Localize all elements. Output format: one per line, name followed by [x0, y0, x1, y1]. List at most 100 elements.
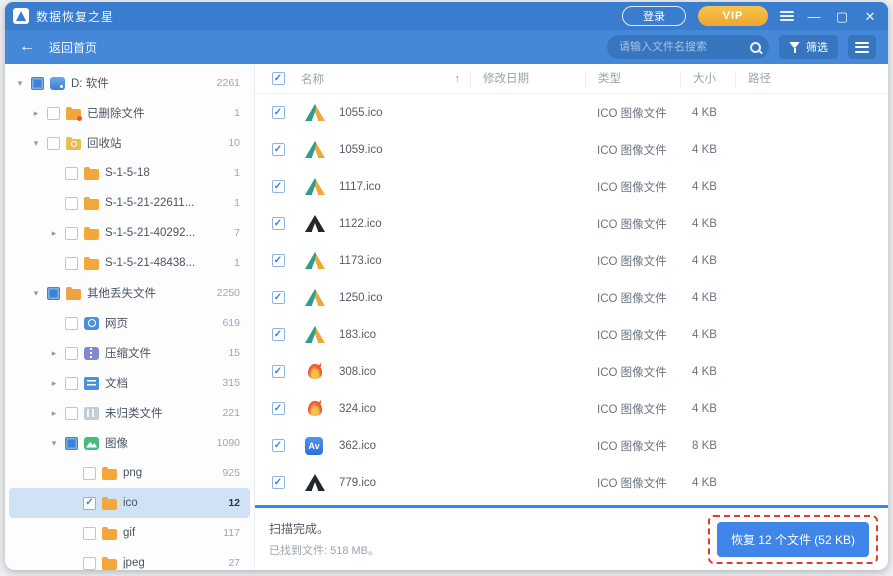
back-button[interactable]: ← — [19, 38, 35, 56]
sidebar-item[interactable]: 其他丢失文件 2250 — [9, 278, 250, 308]
tree-checkbox[interactable] — [83, 466, 96, 480]
back-home-label[interactable]: 返回首页 — [49, 39, 97, 56]
sort-ascending-icon[interactable]: ↑ — [455, 73, 461, 85]
tree-checkbox[interactable] — [83, 526, 96, 540]
table-row[interactable]: 1173.ico ICO 图像文件 4 KB — [255, 242, 888, 279]
expand-arrow-icon[interactable] — [49, 408, 59, 419]
sidebar-item[interactable]: jpeg 27 — [9, 548, 250, 570]
row-checkbox[interactable] — [271, 365, 285, 378]
tree-checkbox[interactable] — [65, 166, 78, 180]
tree-node-icon — [102, 466, 117, 480]
file-type-icon — [305, 215, 325, 232]
file-type-icon — [305, 474, 325, 491]
vip-button[interactable]: VIP — [698, 6, 768, 26]
row-checkbox[interactable] — [271, 402, 285, 415]
row-checkbox[interactable] — [271, 291, 285, 304]
expand-arrow-icon[interactable] — [49, 228, 59, 239]
sidebar-item[interactable]: 回收站 10 — [9, 128, 250, 158]
column-size[interactable]: 大小 — [680, 70, 735, 87]
tree-checkbox[interactable] — [65, 436, 78, 450]
expand-arrow-icon[interactable] — [49, 378, 59, 389]
file-size: 4 KB — [692, 106, 717, 119]
row-checkbox[interactable] — [271, 476, 285, 489]
expand-arrow-icon[interactable] — [31, 138, 41, 149]
column-path[interactable]: 路径 — [735, 70, 888, 87]
sidebar-item[interactable]: 文档 315 — [9, 368, 250, 398]
tree-checkbox[interactable] — [47, 136, 60, 150]
table-row[interactable]: 1250.ico ICO 图像文件 4 KB — [255, 279, 888, 316]
tree-node-icon — [102, 526, 117, 540]
expand-arrow-icon[interactable] — [31, 108, 41, 119]
tree-checkbox[interactable] — [83, 496, 96, 510]
table-row[interactable]: 183.ico ICO 图像文件 4 KB — [255, 316, 888, 353]
expand-arrow-icon[interactable] — [15, 78, 25, 89]
sidebar-item[interactable]: gif 117 — [9, 518, 250, 548]
search-icon[interactable] — [750, 41, 761, 53]
tree-node-label: 其他丢失文件 — [87, 288, 156, 300]
tree-node-label: S-1-5-18 — [105, 167, 150, 179]
row-checkbox-cell — [255, 254, 301, 267]
view-menu-button[interactable] — [848, 35, 876, 59]
table-row[interactable]: 1059.ico ICO 图像文件 4 KB — [255, 131, 888, 168]
sidebar-item[interactable]: S-1-5-18 1 — [9, 158, 250, 188]
row-checkbox[interactable] — [271, 328, 285, 341]
filter-button[interactable]: 筛选 — [779, 35, 838, 59]
select-all-checkbox[interactable] — [271, 72, 285, 85]
tree-node-label: S-1-5-21-48438... — [105, 257, 196, 269]
tree-checkbox[interactable] — [65, 316, 78, 330]
table-row[interactable]: 779.ico ICO 图像文件 4 KB — [255, 464, 888, 501]
table-row[interactable]: 324.ico ICO 图像文件 4 KB — [255, 390, 888, 427]
tree-checkbox[interactable] — [65, 256, 78, 270]
sidebar-item[interactable]: 未归类文件 221 — [9, 398, 250, 428]
app-menu-icon[interactable] — [780, 11, 794, 21]
search-input[interactable] — [619, 41, 750, 53]
expand-arrow-icon[interactable] — [31, 288, 41, 299]
table-row[interactable]: 1122.ico ICO 图像文件 4 KB — [255, 205, 888, 242]
sidebar-item[interactable]: D: 软件 2261 — [9, 68, 250, 98]
tree-checkbox[interactable] — [65, 376, 78, 390]
tree-checkbox[interactable] — [47, 106, 60, 120]
table-row[interactable]: 1055.ico ICO 图像文件 4 KB — [255, 94, 888, 131]
tree-checkbox[interactable] — [65, 196, 78, 210]
row-checkbox-cell — [255, 439, 301, 452]
expand-arrow-icon[interactable] — [49, 438, 59, 449]
maximize-button[interactable]: ▢ — [834, 10, 850, 23]
recover-files-button[interactable]: 恢复 12 个文件 (52 KB) — [716, 521, 869, 557]
row-checkbox[interactable] — [271, 106, 285, 119]
tree-checkbox[interactable] — [65, 346, 78, 360]
row-checkbox[interactable] — [271, 180, 285, 193]
table-row[interactable]: 1117.ico ICO 图像文件 4 KB — [255, 168, 888, 205]
sidebar-item[interactable]: S-1-5-21-22611... 1 — [9, 188, 250, 218]
sidebar-item[interactable]: 压缩文件 15 — [9, 338, 250, 368]
sidebar-item[interactable]: ico 12 — [9, 488, 250, 518]
header-checkbox-cell — [255, 72, 301, 85]
tree-node-label: jpeg — [123, 557, 145, 569]
row-checkbox[interactable] — [271, 254, 285, 267]
sidebar-item[interactable]: 网页 619 — [9, 308, 250, 338]
sidebar-item[interactable]: S-1-5-21-48438... 1 — [9, 248, 250, 278]
close-button[interactable]: ✕ — [862, 10, 878, 23]
row-checkbox[interactable] — [271, 217, 285, 230]
tree-checkbox[interactable] — [65, 226, 78, 240]
sidebar-item[interactable]: 图像 1090 — [9, 428, 250, 458]
sidebar-item[interactable]: png 925 — [9, 458, 250, 488]
table-row[interactable]: 308.ico ICO 图像文件 4 KB — [255, 353, 888, 390]
table-row[interactable]: 362.ico ICO 图像文件 8 KB — [255, 427, 888, 464]
row-checkbox[interactable] — [271, 439, 285, 452]
expand-arrow-icon[interactable] — [49, 348, 59, 359]
column-modified-date[interactable]: 修改日期 — [470, 70, 585, 87]
minimize-button[interactable]: — — [806, 10, 822, 23]
search-box[interactable] — [607, 35, 769, 59]
file-size: 4 KB — [692, 328, 717, 341]
column-name[interactable]: 名称 ↑ — [301, 71, 470, 87]
sidebar-item[interactable]: 已删除文件 1 — [9, 98, 250, 128]
column-type[interactable]: 类型 — [585, 70, 680, 87]
row-checkbox[interactable] — [271, 143, 285, 156]
login-button[interactable]: 登录 — [622, 6, 686, 26]
tree-checkbox[interactable] — [47, 286, 60, 300]
sidebar-item[interactable]: S-1-5-21-40292... 7 — [9, 218, 250, 248]
tree-node-label: 已删除文件 — [87, 108, 145, 120]
tree-checkbox[interactable] — [65, 406, 78, 420]
tree-checkbox[interactable] — [31, 76, 44, 90]
tree-checkbox[interactable] — [83, 556, 96, 570]
